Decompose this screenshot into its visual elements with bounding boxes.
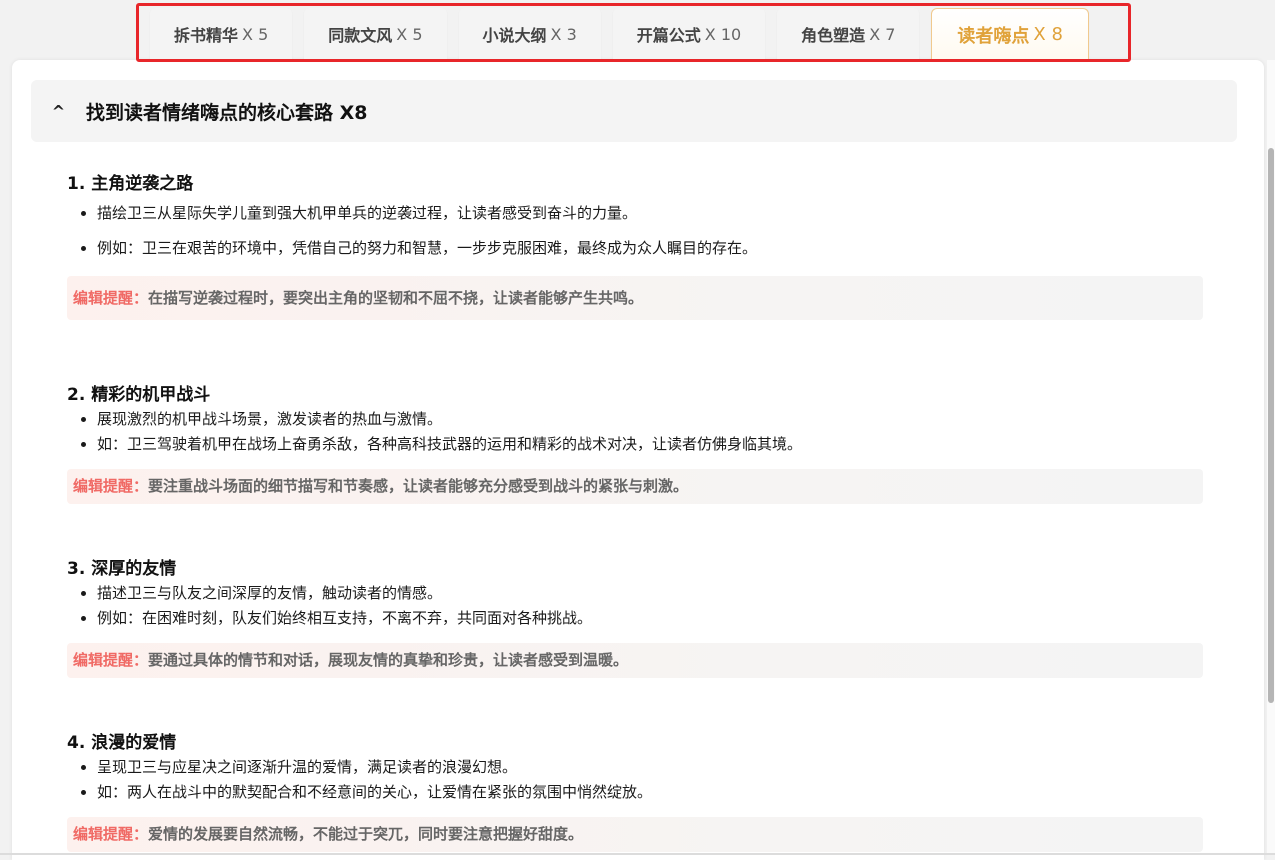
tip-text: 爱情的发展要自然流畅，不能过于突兀，同时要注意把握好甜度。	[148, 825, 584, 843]
tab-opening-formula[interactable]: 开篇公式 X 10	[612, 8, 766, 60]
tab-bar: 拆书精华 X 5 同款文风 X 5 小说大纲 X 3 开篇公式 X 10 角色塑…	[150, 8, 1089, 60]
content-panel: ^ 找到读者情绪嗨点的核心套路 X8 1. 主角逆袭之路 描绘卫三从星际失学儿童…	[12, 60, 1264, 860]
editor-tip: 编辑提醒：要注重战斗场面的细节描写和节奏感，让读者能够充分感受到战斗的紧张与刺激…	[67, 469, 1203, 504]
tab-count: X 3	[550, 24, 577, 44]
editor-tip: 编辑提醒：要通过具体的情节和对话，展现友情的真挚和珍贵，让读者感受到温暖。	[67, 643, 1203, 678]
list-item: 3. 深厚的友情 描述卫三与队友之间深厚的友情，触动读者的情感。 例如：在困难时…	[67, 557, 1203, 678]
tab-reader-highlights[interactable]: 读者嗨点 X 8	[931, 8, 1089, 60]
editor-tip: 编辑提醒：爱情的发展要自然流畅，不能过于突兀，同时要注意把握好甜度。	[67, 817, 1203, 852]
tip-label: 编辑提醒：	[73, 477, 149, 495]
bullet-point: 描述卫三与队友之间深厚的友情，触动读者的情感。	[97, 581, 1203, 606]
tip-label: 编辑提醒：	[73, 289, 149, 307]
tab-count: X 5	[396, 24, 423, 44]
bullet-point: 如：卫三驾驶着机甲在战场上奋勇杀敌，各种高科技武器的运用和精彩的战术对决，让读者…	[97, 432, 1203, 457]
tab-label: 读者嗨点	[957, 25, 1030, 47]
bullet-point: 描绘卫三从星际失学儿童到强大机甲单兵的逆袭过程，让读者感受到奋斗的力量。	[97, 196, 1203, 231]
tip-text: 要通过具体的情节和对话，展现友情的真挚和珍贵，让读者感受到温暖。	[148, 651, 629, 669]
vertical-scrollbar[interactable]	[1267, 60, 1275, 855]
tab-count: X 10	[704, 24, 742, 44]
tip-text: 在描写逆袭过程时，要突出主角的坚韧和不屈不挠，让读者能够产生共鸣。	[148, 289, 644, 307]
scrollbar-thumb[interactable]	[1268, 148, 1274, 703]
collapse-caret-icon[interactable]: ^	[31, 102, 86, 121]
bullet-point: 展现激烈的机甲战斗场景，激发读者的热血与激情。	[97, 407, 1203, 432]
bullet-point: 如：两人在战斗中的默契配合和不经意间的关心，让爱情在紧张的氛围中悄然绽放。	[97, 780, 1203, 805]
item-title: 1. 主角逆袭之路	[67, 174, 194, 194]
tab-label: 同款文风	[328, 26, 393, 45]
item-title: 2. 精彩的机甲战斗	[67, 385, 211, 405]
tab-count: X 7	[869, 24, 896, 44]
editor-tip: 编辑提醒：在描写逆袭过程时，要突出主角的坚韧和不屈不挠，让读者能够产生共鸣。	[67, 276, 1203, 320]
bullet-point: 例如：在困难时刻，队友们始终相互支持，不离不弃，共同面对各种挑战。	[97, 606, 1203, 631]
bullet-list: 呈现卫三与应星决之间逐渐升温的爱情，满足读者的浪漫幻想。 如：两人在战斗中的默契…	[67, 755, 1203, 805]
tab-label: 小说大纲	[482, 26, 547, 45]
bullet-point: 呈现卫三与应星决之间逐渐升温的爱情，满足读者的浪漫幻想。	[97, 755, 1203, 780]
tab-same-style[interactable]: 同款文风 X 5	[304, 8, 447, 60]
tab-count: X 5	[242, 24, 269, 44]
tab-novel-outline[interactable]: 小说大纲 X 3	[458, 8, 601, 60]
tip-label: 编辑提醒：	[73, 651, 149, 669]
tab-label: 拆书精华	[174, 26, 239, 45]
bullet-list: 描述卫三与队友之间深厚的友情，触动读者的情感。 例如：在困难时刻，队友们始终相互…	[67, 581, 1203, 631]
bullet-list: 描绘卫三从星际失学儿童到强大机甲单兵的逆袭过程，让读者感受到奋斗的力量。 例如：…	[67, 196, 1203, 266]
item-title: 3. 深厚的友情	[67, 559, 177, 579]
tab-book-essence[interactable]: 拆书精华 X 5	[150, 8, 293, 60]
bullet-list: 展现激烈的机甲战斗场景，激发读者的热血与激情。 如：卫三驾驶着机甲在战场上奋勇杀…	[67, 407, 1203, 457]
tip-label: 编辑提醒：	[73, 825, 149, 843]
bullet-point: 例如：卫三在艰苦的环境中，凭借自己的努力和智慧，一步步克服困难，最终成为众人瞩目…	[97, 231, 1203, 266]
tab-label: 角色塑造	[801, 26, 866, 45]
tab-character-building[interactable]: 角色塑造 X 7	[777, 8, 920, 60]
list-item: 1. 主角逆袭之路 描绘卫三从星际失学儿童到强大机甲单兵的逆袭过程，让读者感受到…	[67, 172, 1203, 320]
tab-count: X 8	[1033, 24, 1063, 45]
list-item: 4. 浪漫的爱情 呈现卫三与应星决之间逐渐升温的爱情，满足读者的浪漫幻想。 如：…	[67, 731, 1203, 852]
section-header[interactable]: ^ 找到读者情绪嗨点的核心套路 X8	[31, 80, 1237, 142]
tab-label: 开篇公式	[636, 26, 701, 45]
section-title: 找到读者情绪嗨点的核心套路 X8	[86, 101, 368, 124]
item-title: 4. 浪漫的爱情	[67, 733, 177, 753]
list-item: 2. 精彩的机甲战斗 展现激烈的机甲战斗场景，激发读者的热血与激情。 如：卫三驾…	[67, 383, 1203, 504]
tip-text: 要注重战斗场面的细节描写和节奏感，让读者能够充分感受到战斗的紧张与刺激。	[148, 477, 689, 495]
